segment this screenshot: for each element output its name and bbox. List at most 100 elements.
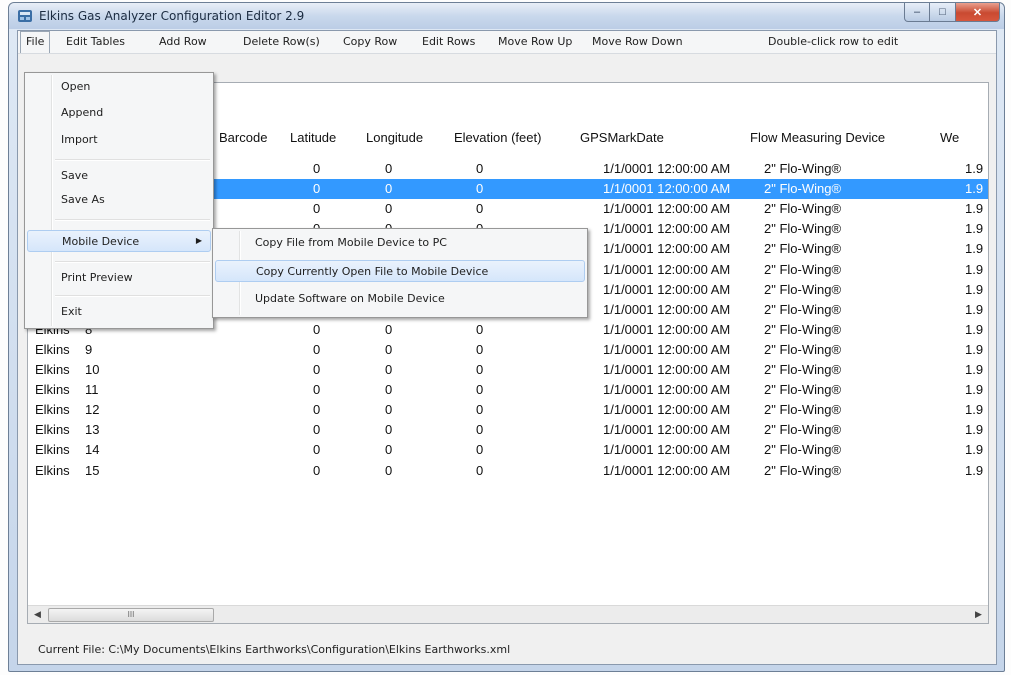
cell-elevation: 0	[476, 341, 484, 357]
menu-item-append[interactable]: Append	[27, 102, 211, 124]
cell-longitude: 0	[385, 321, 393, 337]
cell-name: Elkins	[35, 362, 70, 377]
cell-number: 10	[85, 362, 100, 377]
menu-item-import[interactable]: Import	[27, 129, 211, 151]
cell-name: Elkins	[35, 382, 70, 398]
cell-flow-device: 2" Flo-Wing®	[764, 261, 842, 277]
cell-latitude: 0	[313, 402, 321, 418]
close-button[interactable]: ✕	[956, 3, 1000, 22]
cell-latitude: 0	[313, 362, 321, 377]
cell-we: 1.9	[965, 181, 984, 197]
scroll-right-icon[interactable]: ▶	[970, 607, 987, 622]
cell-we: 1.9	[965, 221, 984, 237]
menu-add-row[interactable]: Add Row	[159, 35, 207, 48]
window-title: Elkins Gas Analyzer Configuration Editor…	[39, 9, 305, 23]
cell-number: 11	[85, 382, 99, 398]
table-row[interactable]: Elkins 13 0 0 0 1/1/0001 12:00:00 AM 2" Flo-Wi…	[28, 420, 988, 440]
header-gps-date[interactable]: GPSMarkDate	[580, 130, 664, 145]
title-bar[interactable]: Elkins Gas Analyzer Configuration Editor…	[9, 3, 1004, 29]
table-row[interactable]: Elkins 9 0 0 0 1/1/0001 12:00:00 AM 2" Flo-Win…	[28, 340, 988, 360]
cell-longitude: 0	[385, 161, 393, 176]
cell-we: 1.9	[965, 321, 984, 337]
cell-flow-device: 2" Flo-Wing®	[764, 201, 842, 217]
menu-copy-row[interactable]: Copy Row	[343, 35, 397, 48]
table-row[interactable]: Elkins 11 0 0 0 1/1/0001 12:00:00 AM 2" Flo-Wi…	[28, 380, 988, 400]
menu-edit-tables[interactable]: Edit Tables	[66, 35, 125, 48]
cell-elevation: 0	[476, 382, 484, 398]
cell-flow-device: 2" Flo-Wing®	[764, 341, 842, 357]
menu-item-print-preview[interactable]: Print Preview	[27, 267, 211, 289]
cell-gps-date: 1/1/0001 12:00:00 AM	[603, 402, 731, 418]
cell-elevation: 0	[476, 201, 484, 217]
cell-gps-date: 1/1/0001 12:00:00 AM	[603, 201, 731, 217]
cell-name: Elkins	[35, 442, 70, 458]
menu-edit-rows[interactable]: Edit Rows	[422, 35, 475, 48]
cell-number: 9	[85, 341, 93, 357]
maximize-button[interactable]: □	[930, 3, 956, 22]
maximize-icon: □	[939, 6, 946, 18]
table-row[interactable]: Elkins 15 0 0 0 1/1/0001 12:00:00 AM 2" Flo-Wi…	[28, 461, 988, 481]
header-we[interactable]: We	[940, 130, 959, 145]
cell-elevation: 0	[476, 422, 484, 438]
cell-flow-device: 2" Flo-Wing®	[764, 221, 842, 237]
horizontal-scrollbar[interactable]: ◀ III ▶	[28, 605, 988, 623]
menu-item-exit[interactable]: Exit	[27, 301, 211, 323]
cell-flow-device: 2" Flo-Wing®	[764, 161, 842, 176]
cell-we: 1.9	[965, 382, 984, 398]
menu-item-open[interactable]: Open	[27, 76, 211, 98]
cell-latitude: 0	[313, 422, 321, 438]
cell-flow-device: 2" Flo-Wing®	[764, 281, 842, 297]
cell-longitude: 0	[385, 201, 393, 217]
header-elevation[interactable]: Elevation (feet)	[454, 130, 541, 145]
menu-move-row-down[interactable]: Move Row Down	[592, 35, 683, 48]
minimize-button[interactable]: –	[904, 3, 930, 22]
menu-delete-rows[interactable]: Delete Row(s)	[243, 35, 320, 48]
minimize-icon: –	[913, 6, 921, 18]
cell-flow-device: 2" Flo-Wing®	[764, 422, 842, 438]
menu-item-save-as-label: Save As	[61, 193, 105, 206]
menu-item-open-label: Open	[61, 80, 91, 93]
header-flow-device[interactable]: Flow Measuring Device	[750, 130, 885, 145]
menu-item-save[interactable]: Save	[27, 165, 211, 187]
cell-longitude: 0	[385, 341, 393, 357]
menu-item-update-software[interactable]: Update Software on Mobile Device	[215, 288, 585, 310]
cell-we: 1.9	[965, 261, 984, 277]
menu-item-copy-to-device[interactable]: Copy Currently Open File to Mobile Devic…	[215, 260, 585, 282]
header-latitude[interactable]: Latitude	[290, 130, 336, 145]
cell-we: 1.9	[965, 462, 984, 478]
cell-gps-date: 1/1/0001 12:00:00 AM	[603, 301, 731, 317]
table-row[interactable]: Elkins 14 0 0 0 1/1/0001 12:00:00 AM 2" Flo-Wi…	[28, 440, 988, 460]
cell-gps-date: 1/1/0001 12:00:00 AM	[603, 261, 731, 277]
cell-flow-device: 2" Flo-Wing®	[764, 241, 842, 257]
cell-gps-date: 1/1/0001 12:00:00 AM	[603, 281, 731, 297]
menu-move-row-up[interactable]: Move Row Up	[498, 35, 572, 48]
app-icon	[18, 10, 32, 22]
menu-item-save-as[interactable]: Save As	[27, 189, 211, 211]
cell-number: 12	[85, 402, 100, 418]
menu-separator	[55, 219, 210, 221]
menu-item-mobile-device[interactable]: Mobile Device ▶	[27, 230, 211, 252]
cell-flow-device: 2" Flo-Wing®	[764, 362, 842, 377]
cell-number: 15	[85, 462, 100, 478]
scroll-thumb[interactable]: III	[48, 608, 214, 622]
header-barcode[interactable]: Barcode	[219, 130, 267, 145]
table-row[interactable]: Elkins 10 0 0 0 1/1/0001 12:00:00 AM 2" Flo-Wi…	[28, 360, 988, 380]
menu-item-import-label: Import	[61, 133, 98, 146]
menu-item-copy-from-device[interactable]: Copy File from Mobile Device to PC	[215, 232, 585, 254]
cell-gps-date: 1/1/0001 12:00:00 AM	[603, 341, 731, 357]
cell-flow-device: 2" Flo-Wing®	[764, 462, 842, 478]
cell-we: 1.9	[965, 201, 984, 217]
menu-item-save-label: Save	[61, 169, 89, 182]
menu-file[interactable]: File	[20, 31, 50, 53]
cell-name: Elkins	[35, 402, 70, 418]
cell-latitude: 0	[313, 341, 321, 357]
cell-gps-date: 1/1/0001 12:00:00 AM	[603, 321, 731, 337]
table-row[interactable]: Elkins 12 0 0 0 1/1/0001 12:00:00 AM 2" Flo-Wi…	[28, 400, 988, 420]
cell-longitude: 0	[385, 181, 393, 197]
scroll-left-icon[interactable]: ◀	[29, 607, 46, 622]
cell-gps-date: 1/1/0001 12:00:00 AM	[603, 221, 731, 237]
cell-we: 1.9	[965, 362, 984, 377]
header-longitude[interactable]: Longitude	[366, 130, 423, 145]
submenu-arrow-icon: ▶	[195, 236, 202, 245]
cell-latitude: 0	[313, 181, 321, 197]
